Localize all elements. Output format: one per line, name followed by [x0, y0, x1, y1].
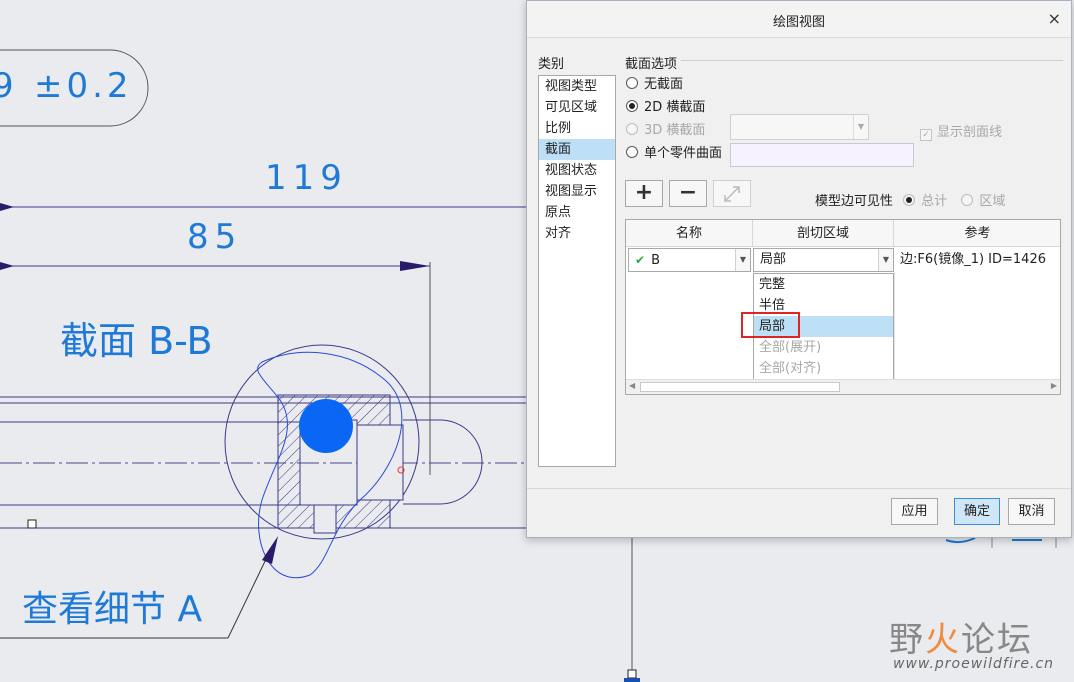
radio-selected-icon: [626, 100, 638, 112]
flip-arrows-icon: [724, 186, 740, 202]
category-item-view-type[interactable]: 视图类型: [539, 76, 615, 97]
dimension-arrow-85-right: [400, 261, 430, 271]
table-header-reference: 参考: [894, 220, 1060, 247]
radio-no-section[interactable]: 无截面: [626, 75, 683, 95]
dimension-119-text: 119: [265, 158, 348, 198]
visibility-region: 区域: [979, 194, 1006, 209]
ball-marker: [299, 399, 353, 453]
check-icon: ✔: [635, 253, 646, 267]
apply-button[interactable]: 应用: [891, 498, 938, 525]
dimension-arrow-85-left: [0, 262, 14, 270]
scroll-left-icon[interactable]: ◀: [629, 381, 635, 390]
chevron-down-icon: ▼: [853, 115, 868, 139]
dimension-arrow-119: [0, 203, 14, 211]
dimension-85-text: 85: [187, 217, 243, 257]
radio-3d-section: 3D 横截面: [626, 121, 705, 141]
dropdown-option-full-unfold: 全部(展开): [759, 340, 822, 355]
section-options-label: 截面选项: [625, 57, 678, 72]
model-edge-visibility: 模型边可见性 总计 区域: [815, 194, 1006, 209]
ok-button[interactable]: 确定: [954, 498, 1000, 525]
category-item-alignment[interactable]: 对齐: [539, 223, 615, 244]
dialog-title: 绘图视图: [772, 15, 825, 30]
tolerance-text: ±0.2: [34, 66, 133, 106]
section-name-combo[interactable]: ✔ B ▼: [628, 248, 751, 272]
add-section-button[interactable]: +: [625, 180, 663, 207]
table-header-name: 名称: [626, 220, 753, 247]
radio-disabled-icon: [961, 194, 974, 206]
category-item-origin[interactable]: 原点: [539, 202, 615, 223]
watermark-logo: 野火论坛: [889, 620, 1033, 660]
detail-label-text: 查看细节 A: [22, 589, 203, 630]
single-part-surface-field[interactable]: [730, 143, 914, 167]
tolerance-partial-text: 9: [0, 66, 14, 106]
categories-label: 类别: [538, 57, 565, 72]
radio-disabled-icon: [626, 123, 638, 135]
show-hatch-checkbox: ✓ 显示剖面线: [920, 121, 1002, 141]
dialog-titlebar[interactable]: 绘图视图 ×: [527, 1, 1071, 38]
radio-icon: [626, 77, 638, 89]
table-header-region: 剖切区域: [753, 220, 894, 247]
checkbox-checked-icon: ✓: [920, 129, 932, 141]
radio-disabled-icon: [903, 194, 916, 206]
radio-icon: [626, 146, 638, 158]
category-item-view-states[interactable]: 视图状态: [539, 160, 615, 181]
reference-cell[interactable]: 边:F6(镜像_1) ID=1426: [894, 248, 1060, 272]
3d-section-combo: ▼: [730, 114, 869, 140]
remove-section-button[interactable]: −: [669, 180, 707, 207]
cut-region-combo[interactable]: 局部 ▼: [753, 248, 894, 272]
table-horizontal-scrollbar[interactable]: ◀ ▶: [626, 379, 1060, 394]
scrollbar-thumb[interactable]: [640, 382, 840, 392]
radio-single-part-surface[interactable]: 单个零件曲面: [626, 144, 722, 164]
dropdown-option-full[interactable]: 完整: [754, 274, 893, 295]
scroll-right-icon[interactable]: ▶: [1051, 381, 1057, 390]
category-item-scale[interactable]: 比例: [539, 118, 615, 139]
cancel-button[interactable]: 取消: [1008, 498, 1055, 525]
drawing-view-dialog: 绘图视图 × 类别 视图类型 可见区域 比例 截面 视图状态 视图显示 原点 对…: [526, 0, 1072, 538]
category-item-view-display[interactable]: 视图显示: [539, 181, 615, 202]
section-table: 名称 剖切区域 参考 ✔ B ▼ 局部 ▼ 边:F6(镜像_1) ID=1426 …: [625, 219, 1061, 395]
dropdown-option-full-aligned: 全部(对齐): [759, 361, 822, 376]
close-icon[interactable]: ×: [1048, 9, 1061, 28]
section-options-divider: [681, 60, 1063, 61]
watermark-url: www.proewildfire.cn: [893, 656, 1055, 672]
chevron-down-icon: ▼: [878, 249, 893, 271]
annotation-highlight-box: [741, 312, 800, 338]
radio-2d-section[interactable]: 2D 横截面: [626, 98, 705, 118]
visibility-total: 总计: [921, 194, 948, 209]
chevron-down-icon: ▼: [735, 249, 750, 271]
category-item-visible-area[interactable]: 可见区域: [539, 97, 615, 118]
category-item-sections[interactable]: 截面: [539, 139, 615, 160]
flip-direction-button: [713, 180, 751, 207]
section-label-text: 截面 B-B: [60, 319, 213, 363]
category-list: 视图类型 可见区域 比例 截面 视图状态 视图显示 原点 对齐: [538, 75, 616, 467]
